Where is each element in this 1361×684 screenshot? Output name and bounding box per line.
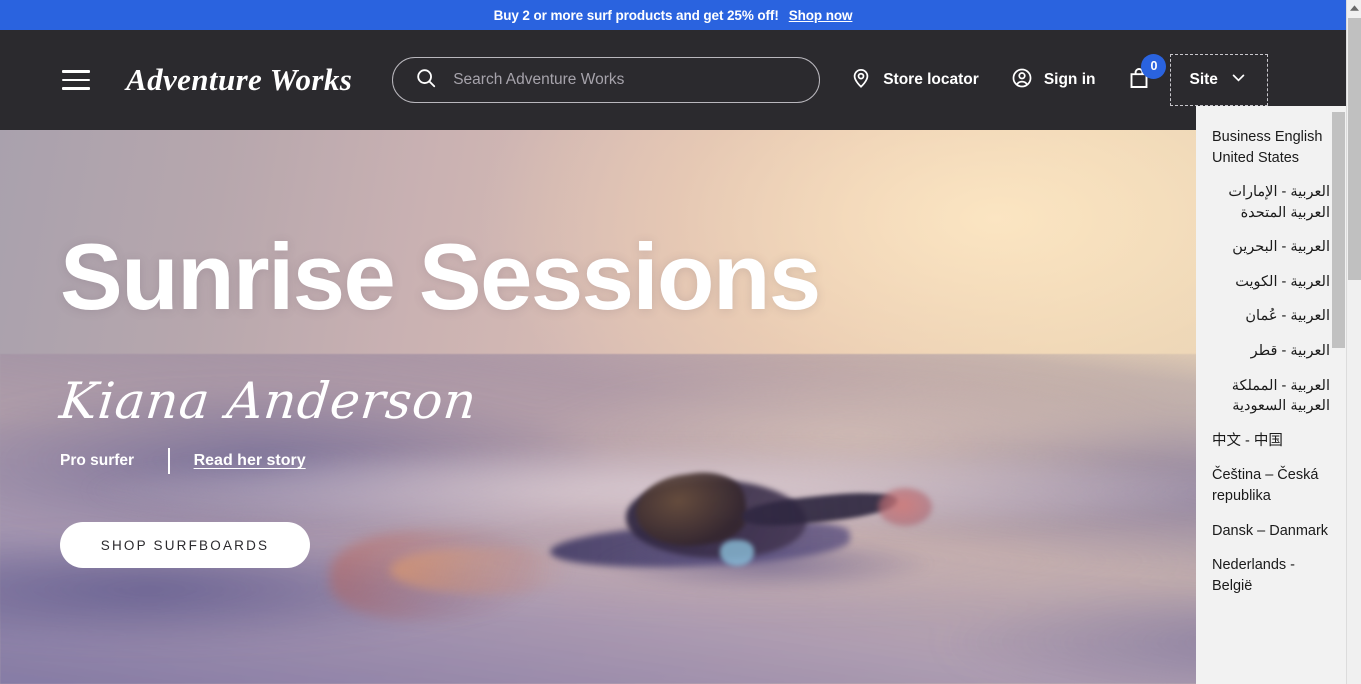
promo-shop-now-link[interactable]: Shop now: [789, 8, 853, 23]
surfer-hand: [878, 488, 932, 526]
hero-role-label: Pro surfer: [60, 452, 135, 469]
page-root: Buy 2 or more surf products and get 25% …: [0, 0, 1346, 684]
site-selector-label: Site: [1189, 71, 1218, 88]
hero-meta: Pro surfer Read her story: [60, 448, 820, 474]
browser-scrollbar-thumb[interactable]: [1348, 18, 1361, 280]
site-selector-dropdown: Business English United States العربية - …: [1196, 106, 1346, 684]
hamburger-bar: [62, 78, 90, 82]
promo-text: Buy 2 or more surf products and get 25% …: [493, 7, 779, 23]
hero-title: Sunrise Sessions: [60, 224, 821, 329]
promo-banner: Buy 2 or more surf products and get 25% …: [0, 0, 1346, 30]
sign-in-button[interactable]: Sign in: [1011, 67, 1096, 94]
hero-meta-divider: [168, 448, 170, 474]
map-pin-icon: [850, 67, 872, 94]
shop-surfboards-button[interactable]: SHOP SURFBOARDS: [60, 522, 310, 568]
site-dropdown-item[interactable]: 中文 - 中国: [1196, 424, 1346, 459]
site-dropdown-item[interactable]: العربية - البحرين: [1196, 230, 1346, 265]
site-header: Adventure Works Store locator: [0, 30, 1346, 130]
chevron-down-icon: [1230, 69, 1247, 91]
search-input[interactable]: [453, 71, 802, 89]
account-circle-icon: [1011, 67, 1033, 94]
search-bar[interactable]: [392, 57, 821, 103]
site-dropdown-item[interactable]: Business English United States: [1196, 120, 1346, 175]
store-locator-button[interactable]: Store locator: [850, 67, 979, 94]
site-dropdown-item[interactable]: العربية - المملكة العربية السعودية: [1196, 369, 1346, 424]
site-dropdown-list: Business English United States العربية - …: [1196, 106, 1346, 603]
cart-button[interactable]: 0: [1127, 53, 1167, 95]
brand-logo[interactable]: Adventure Works: [126, 62, 352, 98]
cart-count-badge: 0: [1141, 53, 1167, 79]
hero-signature: Kiana Anderson: [56, 372, 480, 430]
read-her-story-link[interactable]: Read her story: [194, 452, 306, 470]
site-dropdown-item[interactable]: Nederlands - België: [1196, 548, 1346, 603]
search-icon: [415, 67, 437, 94]
hero-content: Sunrise Sessions Kiana Anderson Pro surf…: [56, 224, 821, 568]
dropdown-scrollbar-track[interactable]: [1331, 106, 1346, 684]
hamburger-bar: [62, 87, 90, 90]
sign-in-label: Sign in: [1043, 71, 1096, 88]
dropdown-scrollbar-thumb[interactable]: [1332, 112, 1345, 348]
site-dropdown-item[interactable]: العربية - قطر: [1196, 334, 1346, 369]
site-dropdown-item[interactable]: العربية - عُمان: [1196, 299, 1346, 334]
site-dropdown-item[interactable]: Čeština – Česká republika: [1196, 458, 1346, 513]
header-nav: Store locator Sign in 0 Site: [850, 53, 1268, 106]
store-locator-label: Store locator: [883, 71, 979, 88]
site-dropdown-item[interactable]: العربية - الإمارات العربية المتحدة: [1196, 175, 1346, 230]
scroll-up-arrow-icon[interactable]: [1347, 0, 1361, 17]
browser-scrollbar[interactable]: [1346, 0, 1361, 684]
hero-banner: Sunrise Sessions Kiana Anderson Pro surf…: [0, 130, 1346, 684]
site-dropdown-item[interactable]: العربية - الكويت: [1196, 265, 1346, 300]
site-selector-button[interactable]: Site: [1170, 54, 1268, 106]
site-dropdown-item[interactable]: Dansk – Danmark: [1196, 514, 1346, 549]
hamburger-menu-icon[interactable]: [62, 65, 92, 95]
hamburger-bar: [62, 70, 90, 73]
